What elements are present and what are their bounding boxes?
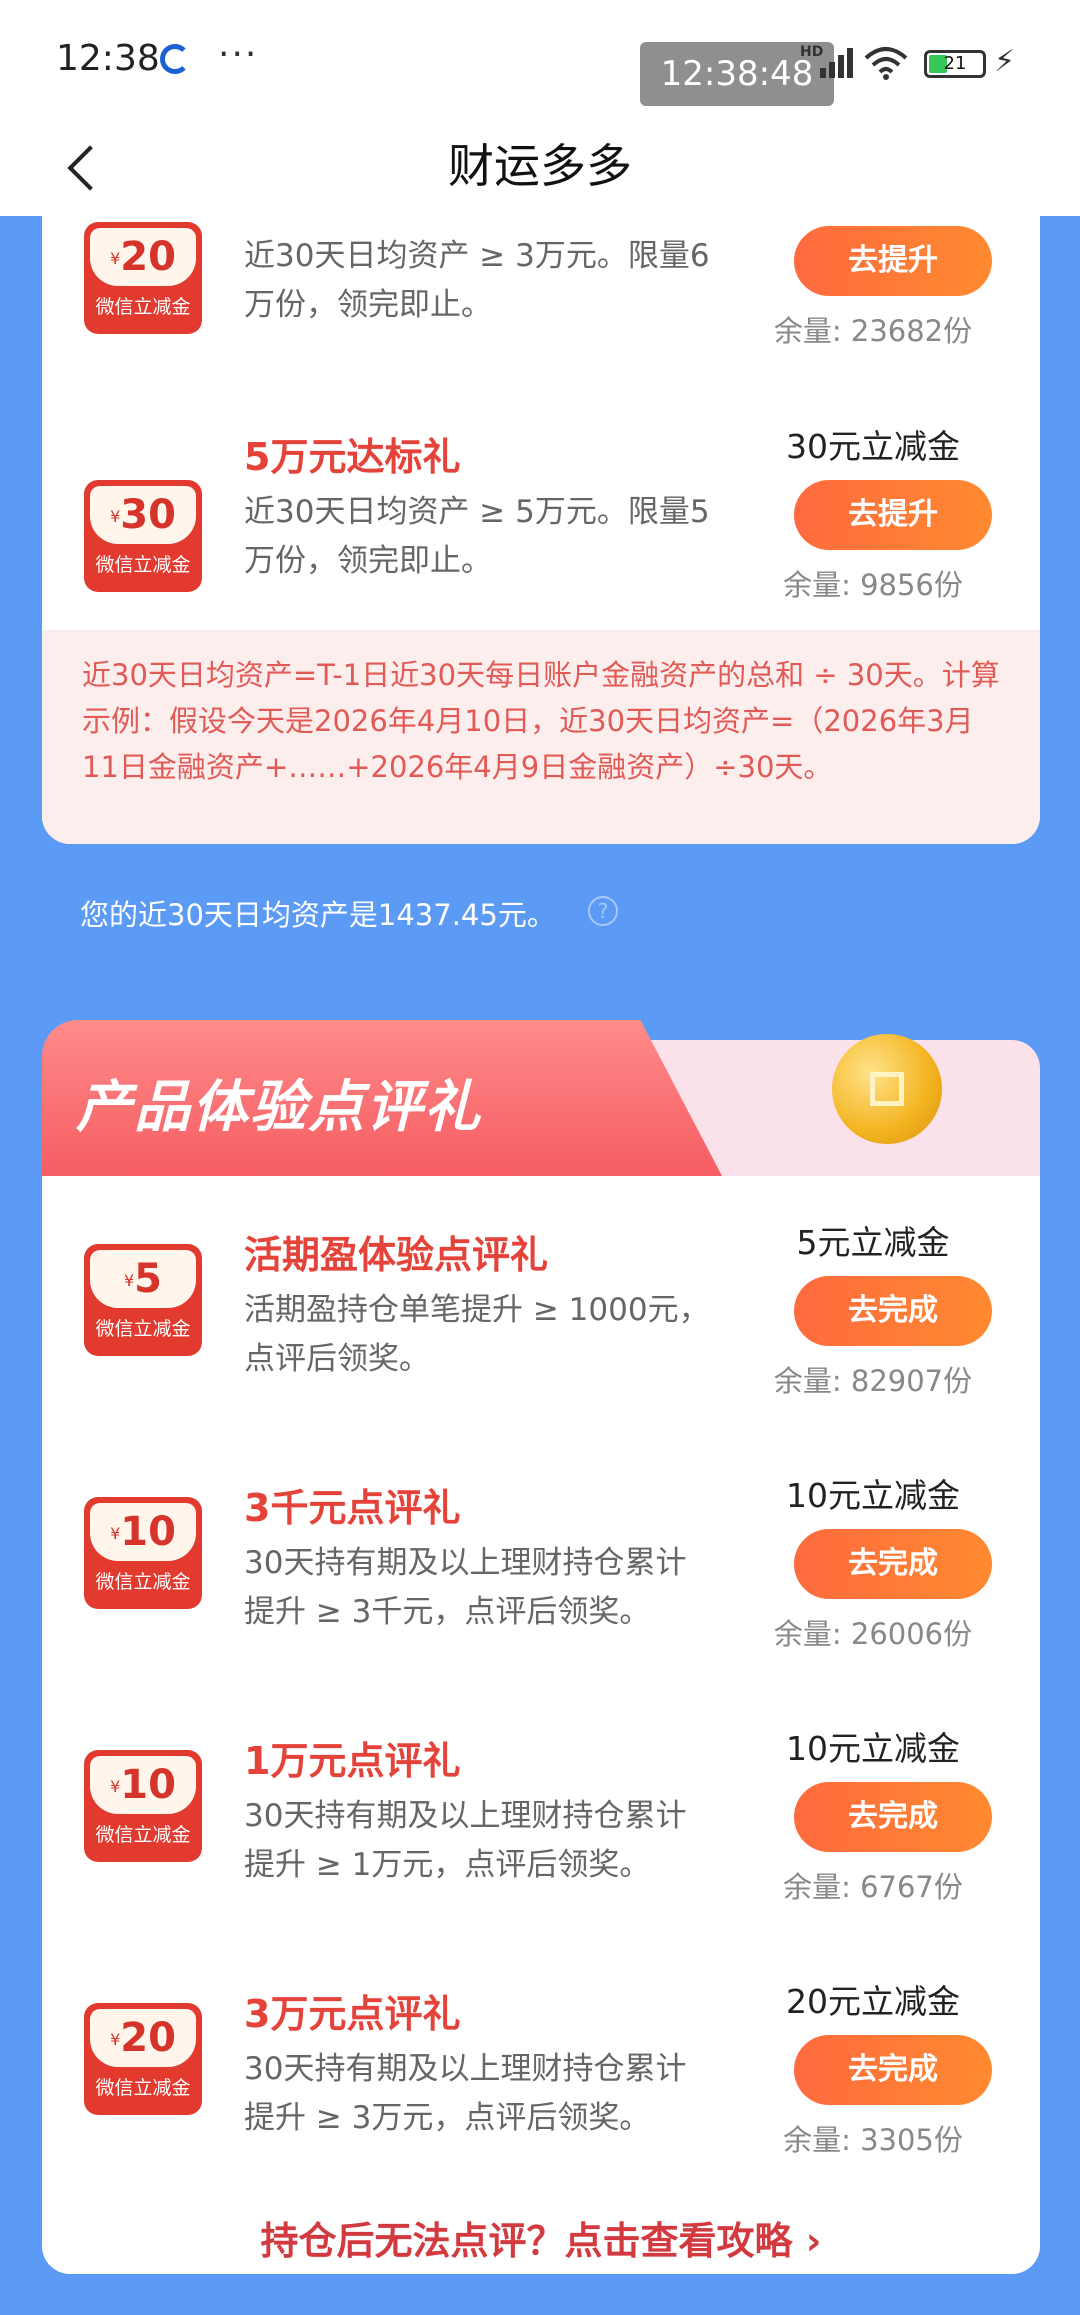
review-reward-card: ¥5 微信立减金 活期盈体验点评礼 活期盈持仓单笔提升 ≥ 1000元， 点评后… [42, 1176, 1040, 2274]
coupon-badge: ¥10 微信立减金 [84, 1750, 202, 1862]
wifi-icon [864, 47, 908, 80]
complete-button[interactable]: 去完成 [794, 1276, 992, 1346]
coupon-amount: 20 [120, 234, 176, 280]
prize-label: 10元立减金 [786, 1729, 960, 1768]
complete-button[interactable]: 去完成 [794, 1529, 992, 1599]
app-notification-icon [160, 44, 190, 74]
more-notifications-icon: ··· [218, 34, 259, 75]
help-icon[interactable]: ? [588, 896, 618, 926]
guide-link[interactable]: 持仓后无法点评？点击查看攻略 › [42, 2210, 1040, 2265]
item-title: 3万元点评礼 [244, 1992, 461, 2036]
item-title: 活期盈体验点评礼 [244, 1233, 549, 1277]
coupon-badge: ¥10 微信立减金 [84, 1497, 202, 1609]
remaining-count: 余量: 6767份 [783, 1870, 963, 1904]
item-description: 30天持有期及以上理财持仓累计 提升 ≥ 3千元，点评后领奖。 [244, 1545, 687, 1630]
item-description: 30天持有期及以上理财持仓累计 提升 ≥ 3万元，点评后领奖。 [244, 2051, 687, 2136]
list-item: ¥20 微信立减金 3万元点评礼 30天持有期及以上理财持仓累计 提升 ≥ 3万… [42, 1935, 1040, 2175]
my-average-asset: 您的近30天日均资产是1437.45元。 [80, 898, 556, 932]
coupon-label: 微信立减金 [95, 2077, 191, 2099]
signal-icon [820, 48, 853, 78]
coupon-amount: 10 [120, 1509, 176, 1555]
item-description: 近30天日均资产 ≥ 5万元。限量5 万份，领完即止。 [244, 494, 710, 579]
coupon-label: 微信立减金 [95, 1318, 191, 1340]
coupon-badge: ¥5 微信立减金 [84, 1244, 202, 1356]
list-item: ¥20 微信立减金 近30天日均资产 ≥ 3万元。限量6 万份，领完即止。 去提… [42, 216, 1040, 382]
coupon-amount: 30 [120, 492, 176, 538]
list-item: ¥30 微信立减金 5万元达标礼 近30天日均资产 ≥ 5万元。限量5 万份，领… [42, 402, 1040, 642]
item-description: 近30天日均资产 ≥ 3万元。限量6 万份，领完即止。 [244, 238, 710, 323]
complete-button[interactable]: 去完成 [794, 1782, 992, 1852]
coupon-label: 微信立减金 [95, 296, 191, 318]
remaining-count: 余量: 9856份 [783, 568, 963, 602]
list-item: ¥10 微信立减金 1万元点评礼 30天持有期及以上理财持仓累计 提升 ≥ 1万… [42, 1682, 1040, 1922]
prize-label: 10元立减金 [786, 1476, 960, 1515]
battery-icon: 21 [924, 50, 986, 78]
item-description: 活期盈持仓单笔提升 ≥ 1000元， 点评后领奖。 [244, 1292, 710, 1377]
prize-label: 20元立减金 [786, 1982, 960, 2021]
prize-label: 5元立减金 [796, 1223, 950, 1262]
item-description: 30天持有期及以上理财持仓累计 提升 ≥ 1万元，点评后领奖。 [244, 1798, 687, 1883]
coin-icon [832, 1034, 942, 1144]
coupon-label: 微信立减金 [95, 1571, 191, 1593]
status-time: 12:38 [56, 38, 160, 79]
coupon-amount: 5 [134, 1256, 163, 1302]
section-title: 产品体验点评礼 [76, 1075, 482, 1140]
coupon-amount: 20 [120, 2015, 176, 2061]
boost-button[interactable]: 去提升 [794, 226, 992, 296]
nav-bar: 财运多多 [0, 120, 1080, 216]
remaining-count: 余量: 3305份 [783, 2123, 963, 2157]
coupon-label: 微信立减金 [95, 1824, 191, 1846]
item-title: 3千元点评礼 [244, 1486, 461, 1530]
list-item: ¥10 微信立减金 3千元点评礼 30天持有期及以上理财持仓累计 提升 ≥ 3千… [42, 1429, 1040, 1669]
boost-button[interactable]: 去提升 [794, 480, 992, 550]
calculation-note: 近30天日均资产=T-1日近30天每日账户金融资产的总和 ÷ 30天。计算示例：… [42, 630, 1040, 844]
section-banner: 产品体验点评礼 [42, 1020, 1040, 1176]
item-title: 1万元点评礼 [244, 1739, 461, 1783]
asset-reward-card: ¥20 微信立减金 近30天日均资产 ≥ 3万元。限量6 万份，领完即止。 去提… [42, 216, 1040, 844]
coupon-label: 微信立减金 [95, 554, 191, 576]
charging-icon: ⚡ [994, 44, 1016, 79]
remaining-count: 余量: 23682份 [773, 314, 973, 348]
prize-label: 30元立减金 [786, 427, 960, 466]
remaining-count: 余量: 26006份 [773, 1617, 973, 1651]
item-title: 5万元达标礼 [244, 435, 461, 479]
page-title: 财运多多 [448, 139, 632, 193]
coupon-badge: ¥20 微信立减金 [84, 2003, 202, 2115]
status-bar: 12:38 ··· 12:38:48 HD 21 ⚡ [0, 0, 1080, 120]
remaining-count: 余量: 82907份 [773, 1364, 973, 1398]
complete-button[interactable]: 去完成 [794, 2035, 992, 2105]
coupon-badge: ¥30 微信立减金 [84, 480, 202, 592]
coupon-badge: ¥20 微信立减金 [84, 222, 202, 334]
battery-level: 21 [943, 53, 967, 74]
list-item: ¥5 微信立减金 活期盈体验点评礼 活期盈持仓单笔提升 ≥ 1000元， 点评后… [42, 1176, 1040, 1416]
coupon-amount: 10 [120, 1762, 176, 1808]
